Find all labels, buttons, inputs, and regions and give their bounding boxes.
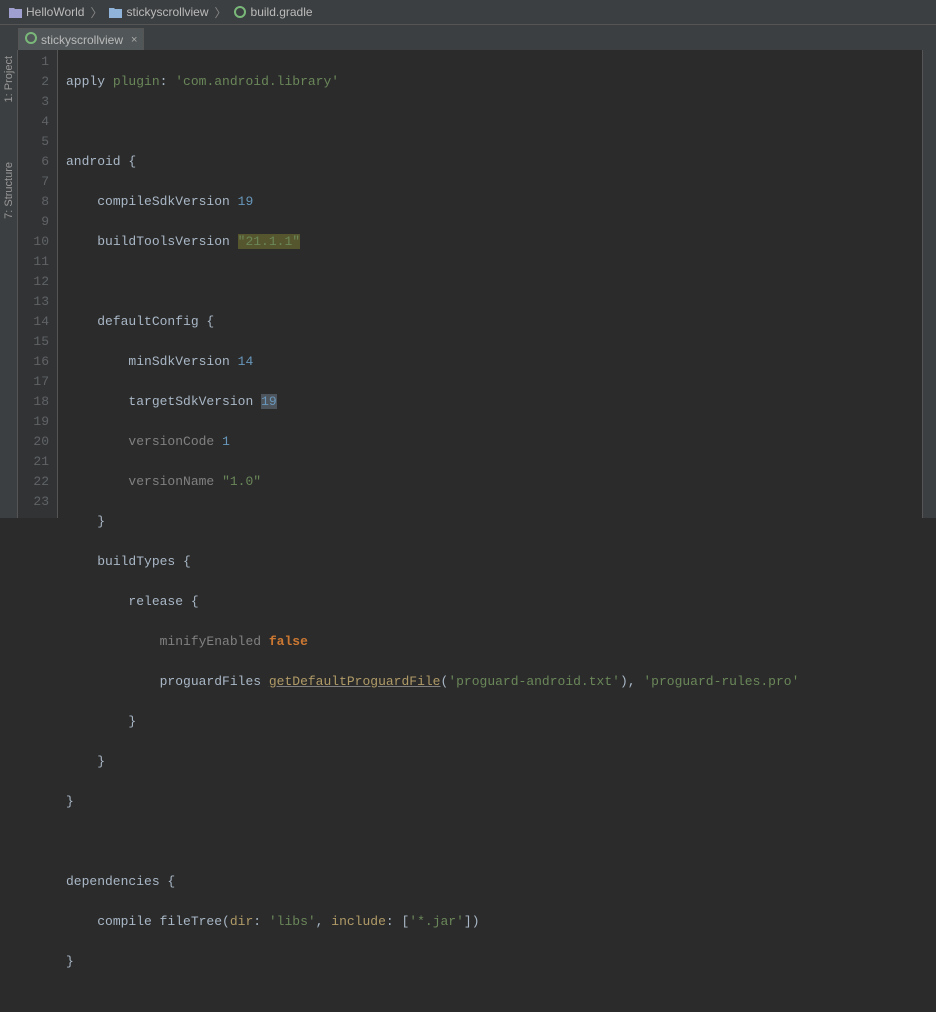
module-icon (108, 5, 122, 19)
breadcrumb-file-label: build.gradle (251, 5, 313, 19)
vertical-scrollbar[interactable] (922, 50, 936, 518)
breadcrumb-module-label: stickyscrollview (126, 5, 208, 19)
breadcrumb-sep-icon: 〉 (88, 4, 104, 21)
breadcrumb-file[interactable]: build.gradle (229, 5, 317, 19)
gradle-icon (233, 5, 247, 19)
breadcrumb-module[interactable]: stickyscrollview (104, 5, 212, 19)
breadcrumb: HelloWorld 〉 stickyscrollview 〉 build.gr… (0, 0, 936, 25)
folder-icon (8, 5, 22, 19)
editor-tab-active[interactable]: stickyscrollview × (18, 28, 144, 50)
editor-tab-label: stickyscrollview (41, 33, 123, 47)
gradle-icon (25, 32, 37, 47)
close-icon[interactable]: × (131, 34, 137, 46)
breadcrumb-sep-icon: 〉 (213, 4, 229, 21)
tool-window-rail: 1: Project 7: Structure (0, 50, 18, 518)
main-area: 1: Project 7: Structure 1234567891011121… (0, 50, 936, 518)
line-gutter: 1234567891011121314151617181920212223 (18, 50, 58, 518)
tool-window-structure[interactable]: 7: Structure (3, 162, 15, 219)
code-editor[interactable]: 1234567891011121314151617181920212223 ap… (18, 50, 936, 518)
editor-tab-bar: stickyscrollview × (0, 25, 936, 50)
tool-window-project[interactable]: 1: Project (3, 56, 15, 102)
code-content[interactable]: apply plugin: 'com.android.library' andr… (58, 50, 922, 518)
breadcrumb-root-label: HelloWorld (26, 5, 84, 19)
breadcrumb-root[interactable]: HelloWorld (4, 5, 88, 19)
